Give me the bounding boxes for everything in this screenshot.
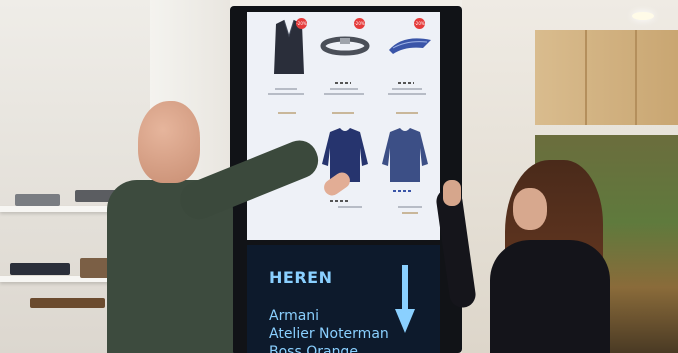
discount-badge: -20% (296, 18, 307, 29)
man-head (138, 101, 200, 183)
discount-badge: -20% (354, 18, 365, 29)
belt-image (320, 36, 370, 56)
product-vest[interactable] (262, 18, 316, 82)
folded-clothes (10, 263, 70, 275)
folded-clothes (15, 194, 60, 206)
sweater-image (382, 128, 428, 182)
brand-item[interactable]: Armani (269, 308, 319, 324)
brand-item[interactable]: Boss Orange (269, 344, 358, 353)
wooden-box (30, 298, 105, 308)
vest-image (274, 19, 304, 74)
store-photo: -20% -20% -20% HEREN Armani Atelier Note… (0, 0, 678, 353)
discount-badge: -20% (414, 18, 425, 29)
folded-clothes (80, 258, 110, 278)
category-heading: HEREN (269, 268, 333, 287)
tie-image (389, 38, 431, 54)
product-sweater-blue[interactable] (378, 124, 432, 190)
ceiling-light (632, 12, 654, 20)
woman-body (490, 240, 610, 353)
product-belt[interactable] (318, 30, 372, 64)
woman-face (513, 188, 547, 230)
arrow-down-icon (395, 265, 415, 333)
brand-item[interactable]: Atelier Noterman (269, 326, 389, 342)
product-tie[interactable] (383, 30, 437, 64)
woman-hand (443, 180, 461, 206)
wooden-cabinet (535, 30, 678, 125)
